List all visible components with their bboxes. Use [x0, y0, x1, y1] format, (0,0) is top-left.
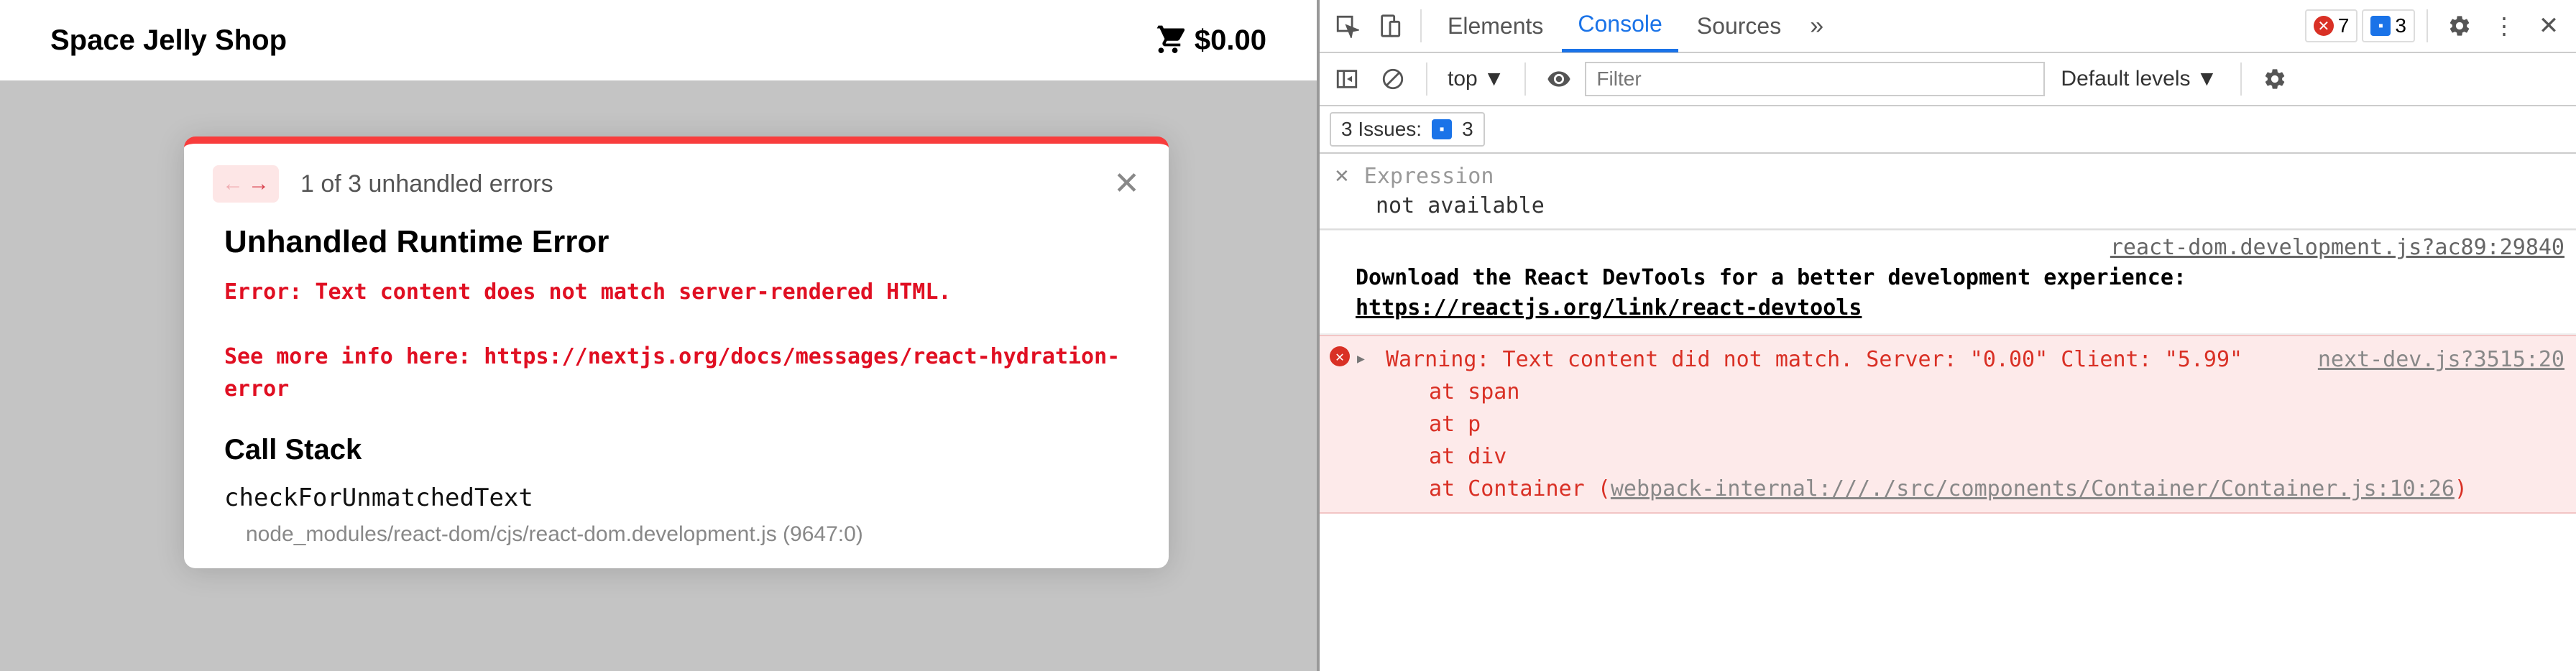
issues-icon: ▪ — [1432, 119, 1452, 139]
webpack-link[interactable]: webpack-internal:///./src/components/Con… — [1611, 476, 2455, 501]
error-overlay-header: ← → 1 of 3 unhandled errors ✕ — [184, 144, 1169, 210]
error-message: Error: Text content does not match serve… — [224, 276, 1128, 405]
clear-console-icon[interactable] — [1373, 59, 1413, 99]
live-expression-icon[interactable] — [1539, 59, 1579, 99]
separator — [2240, 63, 2242, 96]
error-nav: ← → — [213, 165, 279, 203]
levels-label: Default levels — [2061, 67, 2190, 91]
stack-function: checkForUnmatchedText — [224, 483, 1128, 512]
stack-prefix: at Container ( — [1429, 476, 1611, 501]
chevron-down-icon: ▼ — [1484, 67, 1505, 91]
expression-value: not available — [1376, 193, 2562, 218]
stack-suffix: ) — [2455, 476, 2467, 501]
devtools-tabbar: Elements Console Sources » ✕ 7 ▪ 3 ⋮ ✕ — [1320, 0, 2576, 53]
issues-count: 3 — [1462, 118, 1473, 141]
info-count: 3 — [2395, 14, 2406, 37]
error-heading: Unhandled Runtime Error — [224, 224, 1128, 260]
stack-line: at Container (webpack-internal:///./src/… — [1429, 473, 2564, 505]
devtools-panel: Elements Console Sources » ✕ 7 ▪ 3 ⋮ ✕ — [1317, 0, 2576, 671]
react-devtools-link[interactable]: https://reactjs.org/link/react-devtools — [1356, 295, 1862, 320]
issues-label: 3 Issues: — [1341, 118, 1422, 141]
tab-sources[interactable]: Sources — [1681, 0, 1797, 52]
inspect-element-icon[interactable] — [1327, 6, 1367, 46]
context-selector[interactable]: top ▼ — [1440, 67, 1512, 91]
stack-line: at span — [1429, 376, 2564, 408]
context-label: top — [1448, 67, 1478, 91]
app-header: Space Jelly Shop $0.00 — [0, 0, 1317, 80]
log-info-text: Download the React DevTools for a better… — [1356, 265, 2186, 290]
cart-icon — [1151, 20, 1184, 60]
remove-expression-icon[interactable]: ✕ — [1334, 165, 1350, 188]
log-source-link[interactable]: react-dom.development.js?ac89:29840 — [1320, 230, 2576, 262]
error-body: Unhandled Runtime Error Error: Text cont… — [184, 210, 1169, 568]
error-counter: 1 of 3 unhandled errors — [300, 170, 553, 198]
tab-console[interactable]: Console — [1562, 0, 1678, 52]
separator — [1426, 63, 1427, 96]
error-count-badge[interactable]: ✕ 7 — [2305, 9, 2358, 42]
app-title: Space Jelly Shop — [50, 24, 287, 57]
issues-button[interactable]: 3 Issues: ▪ 3 — [1330, 112, 1485, 147]
tab-elements[interactable]: Elements — [1432, 0, 1559, 52]
separator — [1420, 9, 1422, 42]
console-log: react-dom.development.js?ac89:29840 Down… — [1320, 230, 2576, 514]
more-tabs-icon[interactable]: » — [1800, 12, 1834, 40]
stack-source: node_modules/react-dom/cjs/react-dom.dev… — [224, 522, 1128, 547]
cart-total: $0.00 — [1195, 24, 1266, 57]
console-filter-input[interactable] — [1585, 62, 2045, 96]
issues-bar: 3 Issues: ▪ 3 — [1320, 106, 2576, 154]
console-settings-icon[interactable] — [2255, 59, 2295, 99]
log-error-message: ✕ ▶ next-dev.js?3515:20 Warning: Text co… — [1320, 335, 2576, 514]
error-icon: ✕ — [2314, 16, 2334, 36]
console-sidebar-toggle-icon[interactable] — [1327, 59, 1367, 99]
error-overlay: ← → 1 of 3 unhandled errors ✕ Unhandled … — [184, 136, 1169, 568]
stack-line: at p — [1429, 408, 2564, 440]
log-info-message: Download the React DevTools for a better… — [1320, 262, 2576, 335]
devtools-close-icon[interactable]: ✕ — [2529, 6, 2569, 46]
live-expression-row: ✕ Expression not available — [1320, 154, 2576, 230]
stack-line: at div — [1429, 440, 2564, 473]
error-icon: ✕ — [1330, 346, 1350, 366]
separator — [1524, 63, 1526, 96]
device-toolbar-icon[interactable] — [1370, 6, 1410, 46]
error-next-button[interactable]: → — [246, 171, 272, 197]
callstack-heading: Call Stack — [224, 434, 1128, 466]
expand-icon[interactable]: ▶ — [1357, 349, 1365, 369]
app-pane: Space Jelly Shop $0.00 ← → 1 of 3 unhand… — [0, 0, 1317, 671]
console-toolbar: top ▼ Default levels ▼ — [1320, 53, 2576, 106]
log-levels-selector[interactable]: Default levels ▼ — [2051, 67, 2227, 91]
error-count: 7 — [2338, 14, 2350, 37]
expression-label[interactable]: Expression — [1364, 164, 1494, 189]
kebab-menu-icon[interactable]: ⋮ — [2484, 6, 2524, 46]
settings-icon[interactable] — [2439, 6, 2480, 46]
error-close-button[interactable]: ✕ — [1113, 168, 1140, 200]
separator — [2426, 9, 2428, 42]
error-prev-button[interactable]: ← — [220, 171, 246, 197]
cart-button[interactable]: $0.00 — [1151, 20, 1266, 60]
info-count-badge[interactable]: ▪ 3 — [2362, 9, 2415, 42]
log-source-link[interactable]: next-dev.js?3515:20 — [2318, 343, 2564, 376]
chevron-down-icon: ▼ — [2196, 67, 2218, 91]
info-icon: ▪ — [2370, 16, 2391, 36]
